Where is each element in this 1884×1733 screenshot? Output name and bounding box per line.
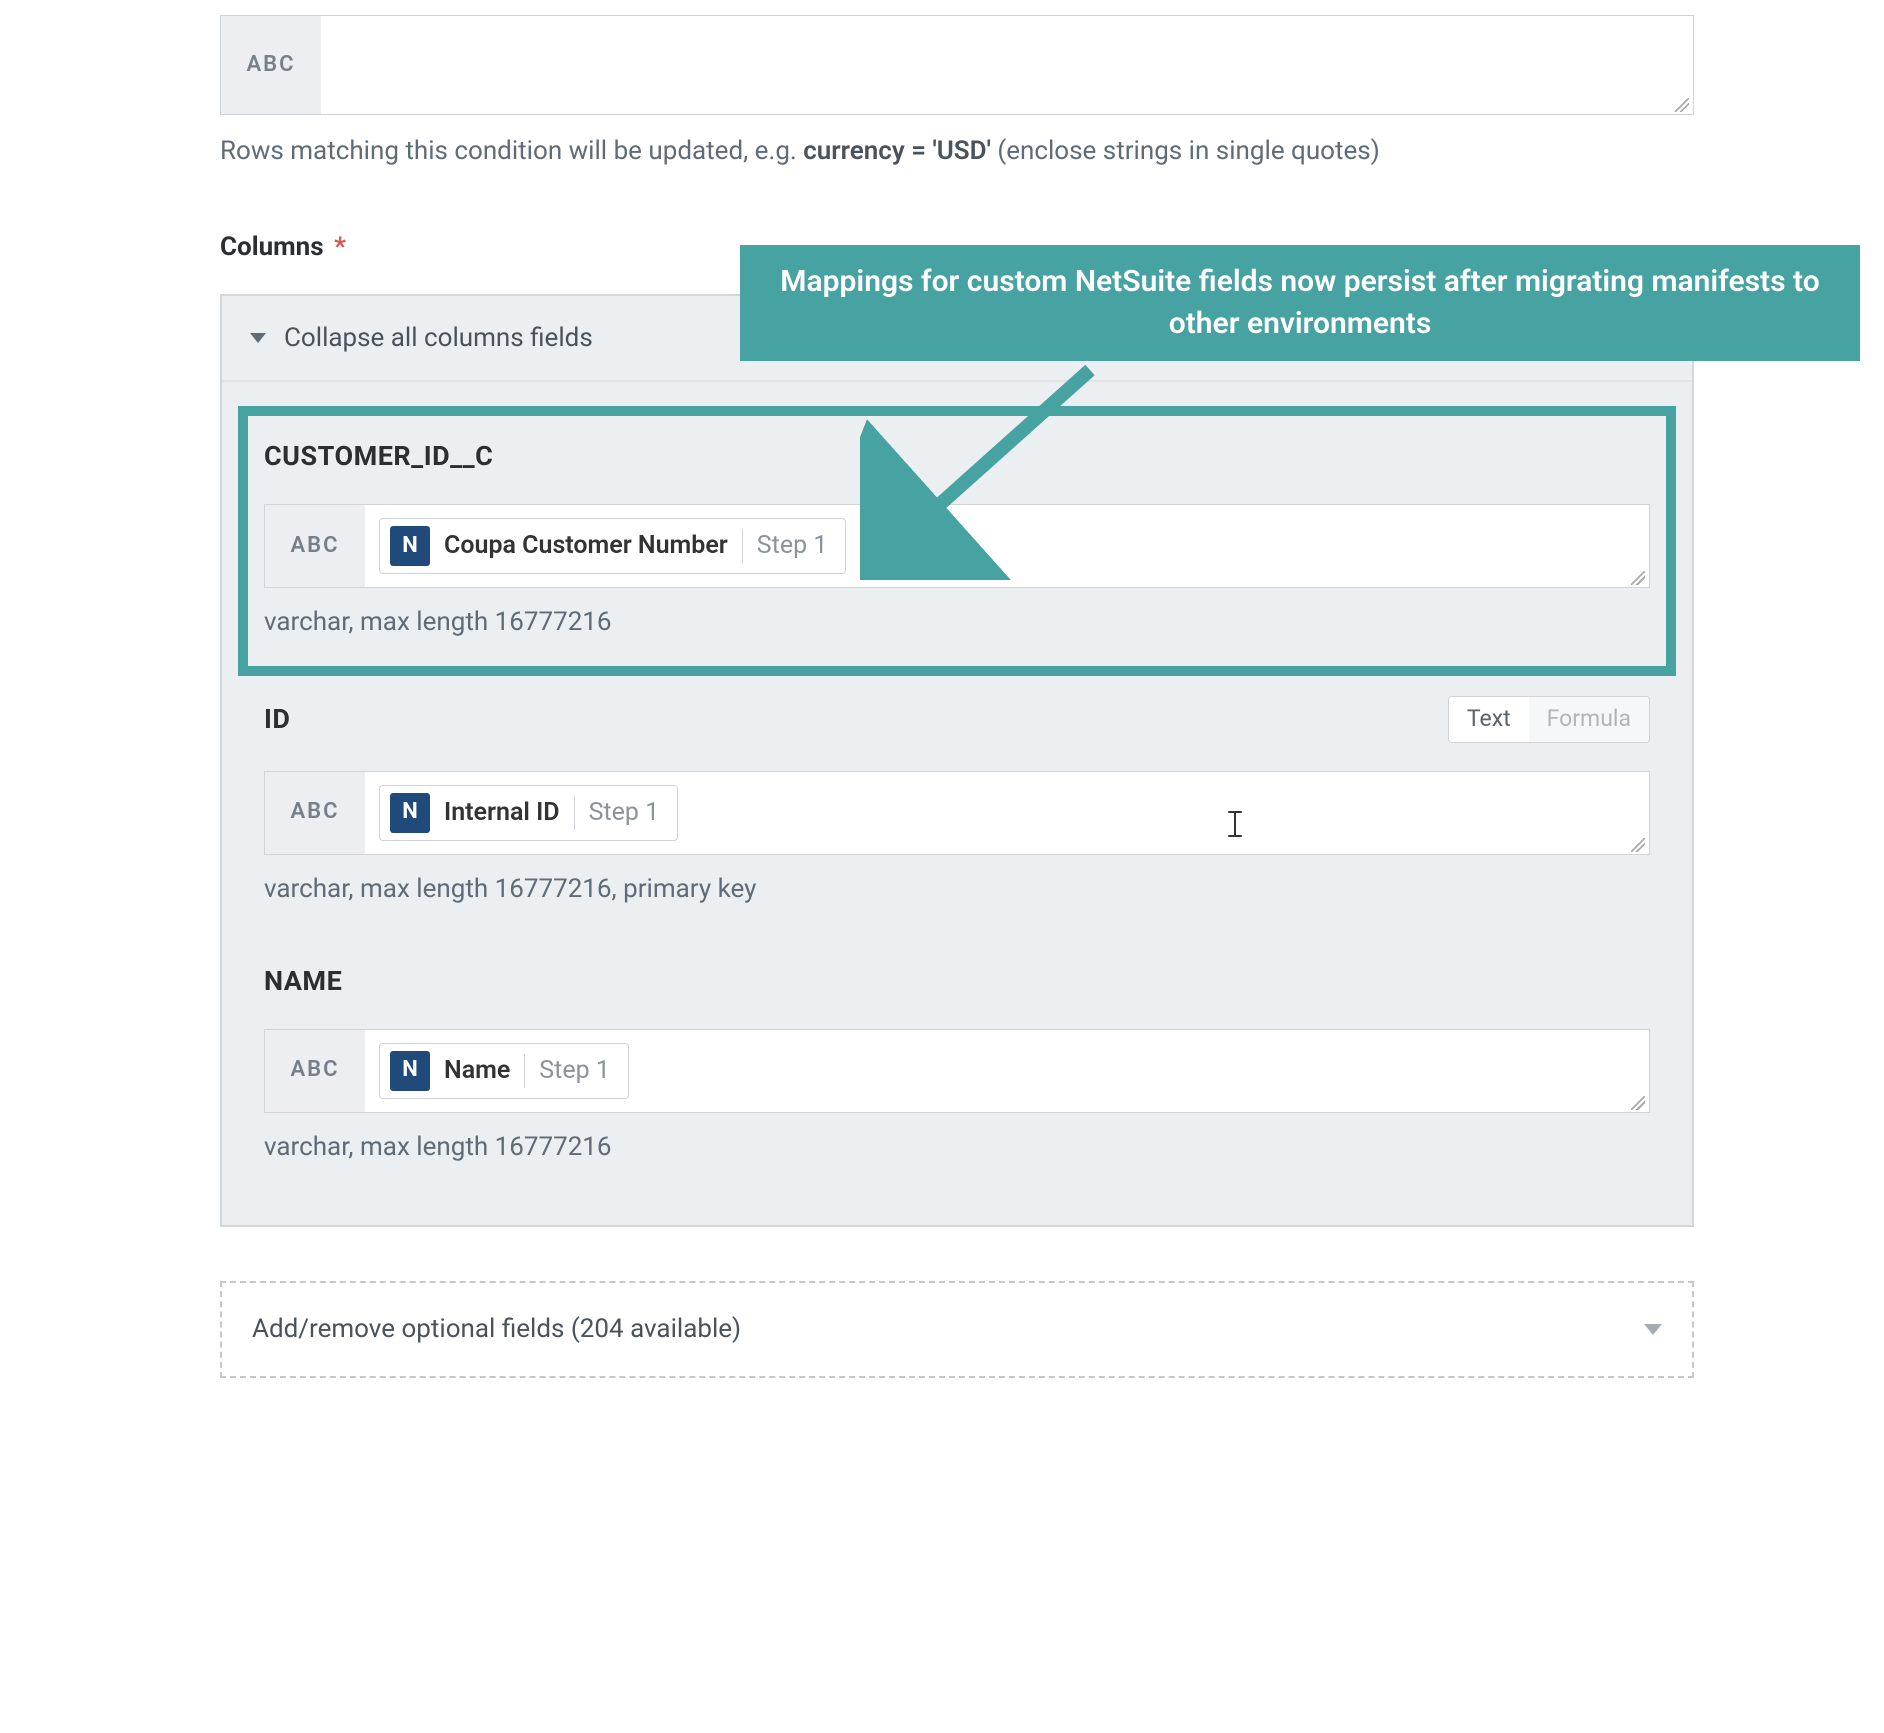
help-example: currency = 'USD' xyxy=(803,136,991,166)
type-indicator-abc: ABC xyxy=(265,1030,365,1112)
required-star: * xyxy=(334,232,346,262)
datapill-label: Internal ID xyxy=(444,795,560,830)
netsuite-logo-icon: N xyxy=(390,793,430,833)
mode-toggle: Text Formula xyxy=(1448,696,1650,742)
callout-text: Mappings for custom NetSuite fields now … xyxy=(780,264,1819,341)
datapill[interactable]: N Name Step 1 xyxy=(379,1043,629,1099)
chevron-down-icon xyxy=(1644,1324,1662,1335)
abc-label: ABC xyxy=(290,531,339,562)
datapill[interactable]: N Coupa Customer Number Step 1 xyxy=(379,518,846,574)
field-note: varchar, max length 16777216 xyxy=(264,604,1650,640)
datapill-step: Step 1 xyxy=(589,795,660,830)
add-remove-label: Add/remove optional fields (204 availabl… xyxy=(252,1311,741,1347)
add-remove-optional-fields[interactable]: Add/remove optional fields (204 availabl… xyxy=(220,1281,1694,1377)
netsuite-logo-icon: N xyxy=(390,1051,430,1091)
mode-text-button[interactable]: Text xyxy=(1449,697,1529,741)
type-indicator-abc: ABC xyxy=(265,772,365,854)
field-note: varchar, max length 16777216 xyxy=(264,1129,1650,1165)
datapill-step: Step 1 xyxy=(757,528,828,563)
columns-label-text: Columns xyxy=(220,232,324,262)
filter-condition-row: ABC xyxy=(220,15,1694,115)
mode-formula-button[interactable]: Formula xyxy=(1529,697,1649,741)
callout-arrow-icon xyxy=(860,360,1120,590)
abc-label: ABC xyxy=(290,1055,339,1086)
field-title: NAME xyxy=(264,963,342,1001)
pill-separator xyxy=(742,529,743,563)
type-indicator-abc: ABC xyxy=(221,16,321,114)
help-suffix: (enclose strings in single quotes) xyxy=(991,136,1380,166)
type-indicator-abc: ABC xyxy=(265,505,365,587)
pill-separator xyxy=(574,796,575,830)
value-cell[interactable]: N Name Step 1 xyxy=(365,1030,1649,1112)
field-title: ID xyxy=(264,701,290,739)
page: ABC Rows matching this condition will be… xyxy=(0,0,1884,1733)
value-cell[interactable]: N Internal ID Step 1 xyxy=(365,772,1649,854)
abc-label: ABC xyxy=(246,50,295,81)
callout-banner: Mappings for custom NetSuite fields now … xyxy=(740,245,1860,361)
field-note: varchar, max length 16777216, primary ke… xyxy=(264,871,1650,907)
help-prefix: Rows matching this condition will be upd… xyxy=(220,136,803,166)
datapill-step: Step 1 xyxy=(539,1053,610,1088)
pill-separator xyxy=(524,1054,525,1088)
field-title: CUSTOMER_ID__C xyxy=(264,438,493,476)
field-value-row[interactable]: ABC N Name Step 1 xyxy=(264,1029,1650,1113)
field-name: NAME ABC N Name Step 1 xyxy=(244,937,1670,1195)
datapill-label: Name xyxy=(444,1053,510,1088)
netsuite-logo-icon: N xyxy=(390,526,430,566)
filter-condition-input[interactable] xyxy=(321,16,1693,114)
abc-label: ABC xyxy=(290,797,339,828)
filter-help-text: Rows matching this condition will be upd… xyxy=(220,133,1694,169)
chevron-down-icon xyxy=(250,333,266,343)
datapill[interactable]: N Internal ID Step 1 xyxy=(379,785,678,841)
field-value-row[interactable]: ABC N Internal ID Step 1 xyxy=(264,771,1650,855)
field-id: ID Text Formula ABC N Internal ID xyxy=(244,670,1670,937)
datapill-label: Coupa Customer Number xyxy=(444,528,728,563)
collapse-label: Collapse all columns fields xyxy=(284,320,593,356)
